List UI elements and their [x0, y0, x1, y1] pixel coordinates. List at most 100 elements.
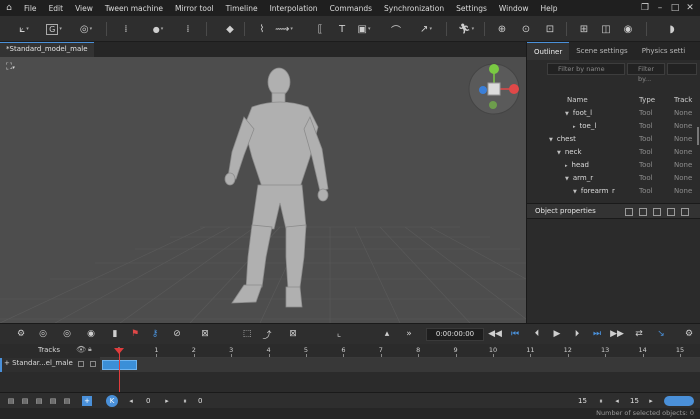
select-keys-icon[interactable]: ⬚ [240, 327, 254, 341]
document-tab[interactable]: *Standard_model_male [0, 42, 94, 57]
prev-frame-icon[interactable]: ⏴ [530, 327, 544, 341]
menu-commands[interactable]: Commands [324, 4, 378, 13]
layout-2-icon[interactable]: ▤ [20, 396, 30, 406]
eraser-icon[interactable]: ◆ [222, 21, 238, 37]
record-settings-icon[interactable]: ⚙ [14, 327, 28, 341]
outliner-row[interactable]: ▼ neck Tool None [527, 146, 695, 159]
maximize-icon[interactable]: □ [669, 3, 681, 13]
prev-icon[interactable]: ◂ [126, 396, 136, 406]
dial-icon[interactable]: ◉ [620, 21, 636, 37]
fit-icon[interactable]: ▣ ▾ [356, 21, 372, 37]
menu-mirror-tool[interactable]: Mirror tool [169, 4, 220, 13]
tab-scene-settings[interactable]: Scene settings [569, 42, 634, 60]
rewind-icon[interactable]: ◀◀ [488, 327, 502, 341]
ik-arm-icon[interactable]: ↗ ▾ [418, 21, 434, 37]
expand-icon[interactable]: » [402, 327, 416, 341]
path-icon[interactable]: ⟿ ▾ [275, 21, 293, 37]
keyframe-mode-icon[interactable]: K [106, 395, 118, 407]
current-frame-field[interactable]: 0 [146, 395, 150, 407]
visibility-icon[interactable]: 👁︎ [76, 345, 86, 354]
lock-icon[interactable]: 🔒︎ [88, 345, 92, 354]
outliner-row[interactable]: ▼ chest Tool None [527, 133, 695, 146]
gizmo-button[interactable]: G ▾ [46, 21, 62, 37]
timeline-settings-icon[interactable]: ⚙ [682, 327, 696, 341]
column-type[interactable]: Type [639, 96, 655, 104]
range-end-field[interactable]: 15 [630, 395, 639, 407]
menu-view[interactable]: View [69, 4, 99, 13]
move-keys-icon[interactable]: ▴ [380, 327, 394, 341]
outliner-row[interactable]: ▼ arm_r Tool None [527, 172, 695, 185]
grid-snap-icon[interactable]: ⁞ [180, 21, 196, 37]
point-icon[interactable]: ● ▾ [150, 21, 166, 37]
restore-window-icon[interactable]: ❐ [639, 3, 651, 13]
sync-toggle[interactable] [664, 396, 694, 406]
ik-fk-icon[interactable]: ⊠ [286, 327, 300, 341]
filter-by-type-input[interactable]: Filter by... [627, 63, 665, 83]
track-header-row[interactable]: + Standar...el_male [0, 358, 100, 372]
text-tool-icon[interactable]: T [334, 21, 350, 37]
snap-icon[interactable]: ⁞ [118, 21, 134, 37]
autokey-icon[interactable]: ◉ [84, 327, 98, 341]
prev-key-icon[interactable]: ⏮ [508, 327, 522, 341]
curve-editor-icon[interactable]: ⌇ [254, 21, 270, 37]
playhead-handle[interactable] [114, 348, 124, 354]
menu-help[interactable]: Help [534, 4, 563, 13]
trim-icon[interactable]: ⌞ [332, 327, 346, 341]
record-icon[interactable]: ◎ [36, 327, 50, 341]
outliner-scrollbar[interactable] [697, 127, 699, 145]
menu-synchronization[interactable]: Synchronization [378, 4, 450, 13]
3d-viewport[interactable]: ⛶▾ [0, 57, 526, 323]
column-name[interactable]: Name [567, 96, 588, 104]
end-frame-field[interactable]: 15 [578, 395, 587, 407]
spiral-icon[interactable]: ◎ ▾ [78, 21, 94, 37]
menu-settings[interactable]: Settings [450, 4, 493, 13]
key-icon[interactable]: ⚷ [148, 327, 162, 341]
filter-by-name-input[interactable]: Filter by name [547, 63, 625, 75]
fast-forward-icon[interactable]: ▶▶ [610, 327, 624, 341]
start-frame-field[interactable]: 0 [198, 395, 202, 407]
axis-icon[interactable]: ⟀ ▾ [16, 21, 32, 37]
properties-icon[interactable] [667, 208, 675, 216]
target-icon[interactable]: ⊕ [494, 21, 510, 37]
ik-icon[interactable]: ⊠ [198, 327, 212, 341]
minimize-icon[interactable]: – [654, 3, 666, 13]
playhead[interactable] [119, 348, 120, 394]
properties-icon[interactable] [681, 208, 689, 216]
flag-icon[interactable]: ⚑ [128, 327, 142, 341]
filter-by-track-input[interactable] [667, 63, 697, 75]
outliner-row[interactable]: ▸ head Tool None [527, 159, 695, 172]
tab-outliner[interactable]: Outliner [527, 42, 570, 60]
layout-1-icon[interactable]: ▤ [6, 396, 16, 406]
home-icon[interactable]: ⌂ [0, 3, 18, 13]
layout-icon[interactable]: ⊞ [576, 21, 592, 37]
track-lane[interactable] [100, 358, 700, 372]
next-range-icon[interactable]: ▸ [646, 396, 656, 406]
record-all-icon[interactable]: ◎ [60, 327, 74, 341]
keys-icon[interactable]: ▮ [108, 327, 122, 341]
properties-icon[interactable] [639, 208, 647, 216]
track-lock-toggle[interactable] [90, 361, 96, 367]
menu-timeline[interactable]: Timeline [220, 4, 264, 13]
play-icon[interactable]: ▶ [550, 327, 564, 341]
focus-icon[interactable]: ⊙ [518, 21, 534, 37]
menu-window[interactable]: Window [493, 4, 535, 13]
prev-range-icon[interactable]: ◂ [612, 396, 622, 406]
timeline-ruler[interactable]: 0123456789101112131415 [100, 344, 700, 358]
playback-mode-icon[interactable]: ↘ [654, 327, 668, 341]
menu-edit[interactable]: Edit [43, 4, 70, 13]
arc-icon[interactable]: ⌒ [388, 21, 404, 37]
close-icon[interactable]: ✕ [684, 3, 696, 13]
menu-file[interactable]: File [18, 4, 43, 13]
layout-5-icon[interactable]: ▤ [62, 396, 72, 406]
curve-icon[interactable]: ⤴ [260, 327, 274, 341]
properties-icon[interactable] [625, 208, 633, 216]
next-key-icon[interactable]: ⏭ [590, 327, 604, 341]
loop-icon[interactable]: ⇄ [632, 327, 646, 341]
layout-3-icon[interactable]: ▤ [34, 396, 44, 406]
menu-tween-machine[interactable]: Tween machine [99, 4, 169, 13]
no-entry-icon[interactable]: ⊘ [170, 327, 184, 341]
track-visibility-toggle[interactable] [78, 361, 84, 367]
layout-4-icon[interactable]: ▤ [48, 396, 58, 406]
range-start-icon[interactable]: ⏸ [180, 396, 190, 406]
outliner-row[interactable]: ▸ toe_l Tool None [527, 120, 695, 133]
